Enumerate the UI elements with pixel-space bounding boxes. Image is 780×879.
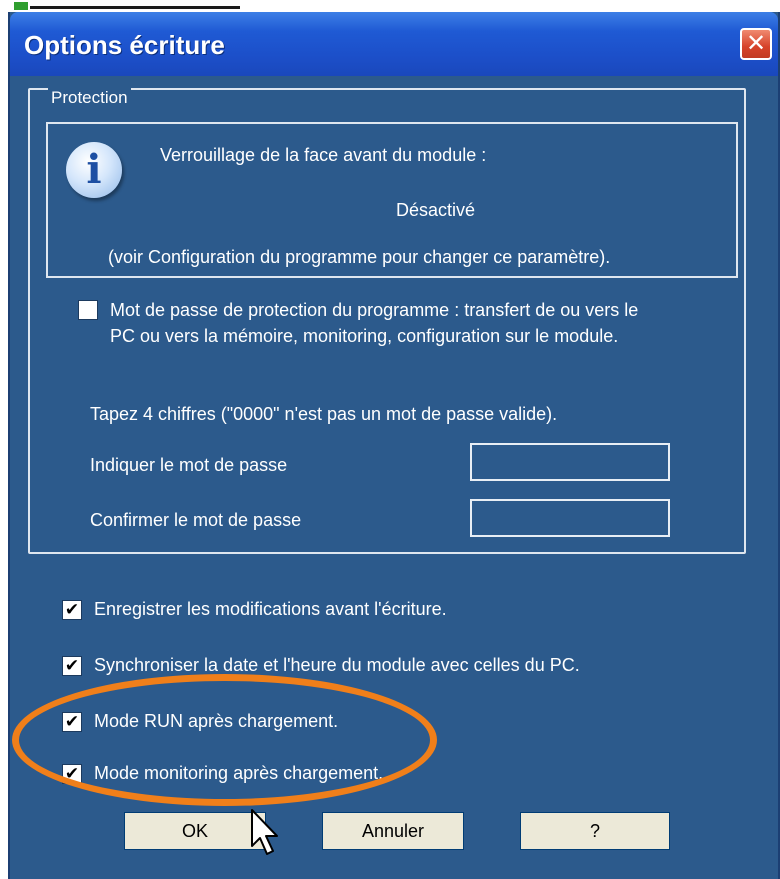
title-bar[interactable]: Options écriture ✕	[10, 12, 778, 76]
close-icon: ✕	[745, 29, 767, 57]
save-before-write-label: Enregistrer les modifications avant l'éc…	[94, 599, 447, 619]
background-fragment	[14, 2, 28, 10]
confirm-password-input[interactable]	[470, 499, 670, 537]
sync-datetime-checkbox[interactable]: ✔	[62, 656, 82, 676]
cancel-button[interactable]: Annuler	[322, 812, 464, 850]
dialog-title: Options écriture	[24, 30, 225, 60]
background-strip	[0, 0, 780, 12]
password-checkbox-label-line1: Mot de passe de protection du programme …	[110, 300, 639, 320]
config-hint: (voir Configuration du programme pour ch…	[108, 247, 611, 267]
lock-label: Verrouillage de la face avant du module …	[160, 145, 487, 165]
password-checkbox[interactable]	[78, 300, 98, 320]
background-fragment	[30, 6, 240, 9]
highlight-ellipse	[12, 674, 437, 806]
save-before-write-checkbox[interactable]: ✔	[62, 600, 82, 620]
sync-datetime-label: Synchroniser la date et l'heure du modul…	[94, 655, 580, 675]
password-instruction: Tapez 4 chiffres ("0000" n'est pas un mo…	[90, 404, 558, 424]
confirm-password-label: Confirmer le mot de passe	[90, 510, 302, 530]
help-button[interactable]: ?	[520, 812, 670, 850]
info-icon-glyph: i	[86, 146, 102, 193]
info-icon: i	[66, 142, 122, 198]
password-input[interactable]	[470, 443, 670, 481]
lock-status: Désactivé	[396, 200, 476, 220]
close-button[interactable]: ✕	[740, 28, 772, 60]
password-label: Indiquer le mot de passe	[90, 455, 288, 475]
password-checkbox-label-line2: PC ou vers la mémoire, monitoring, confi…	[110, 326, 619, 346]
protection-legend: Protection	[48, 88, 131, 108]
ok-button[interactable]: OK	[124, 812, 266, 850]
mouse-cursor-icon	[251, 809, 278, 855]
